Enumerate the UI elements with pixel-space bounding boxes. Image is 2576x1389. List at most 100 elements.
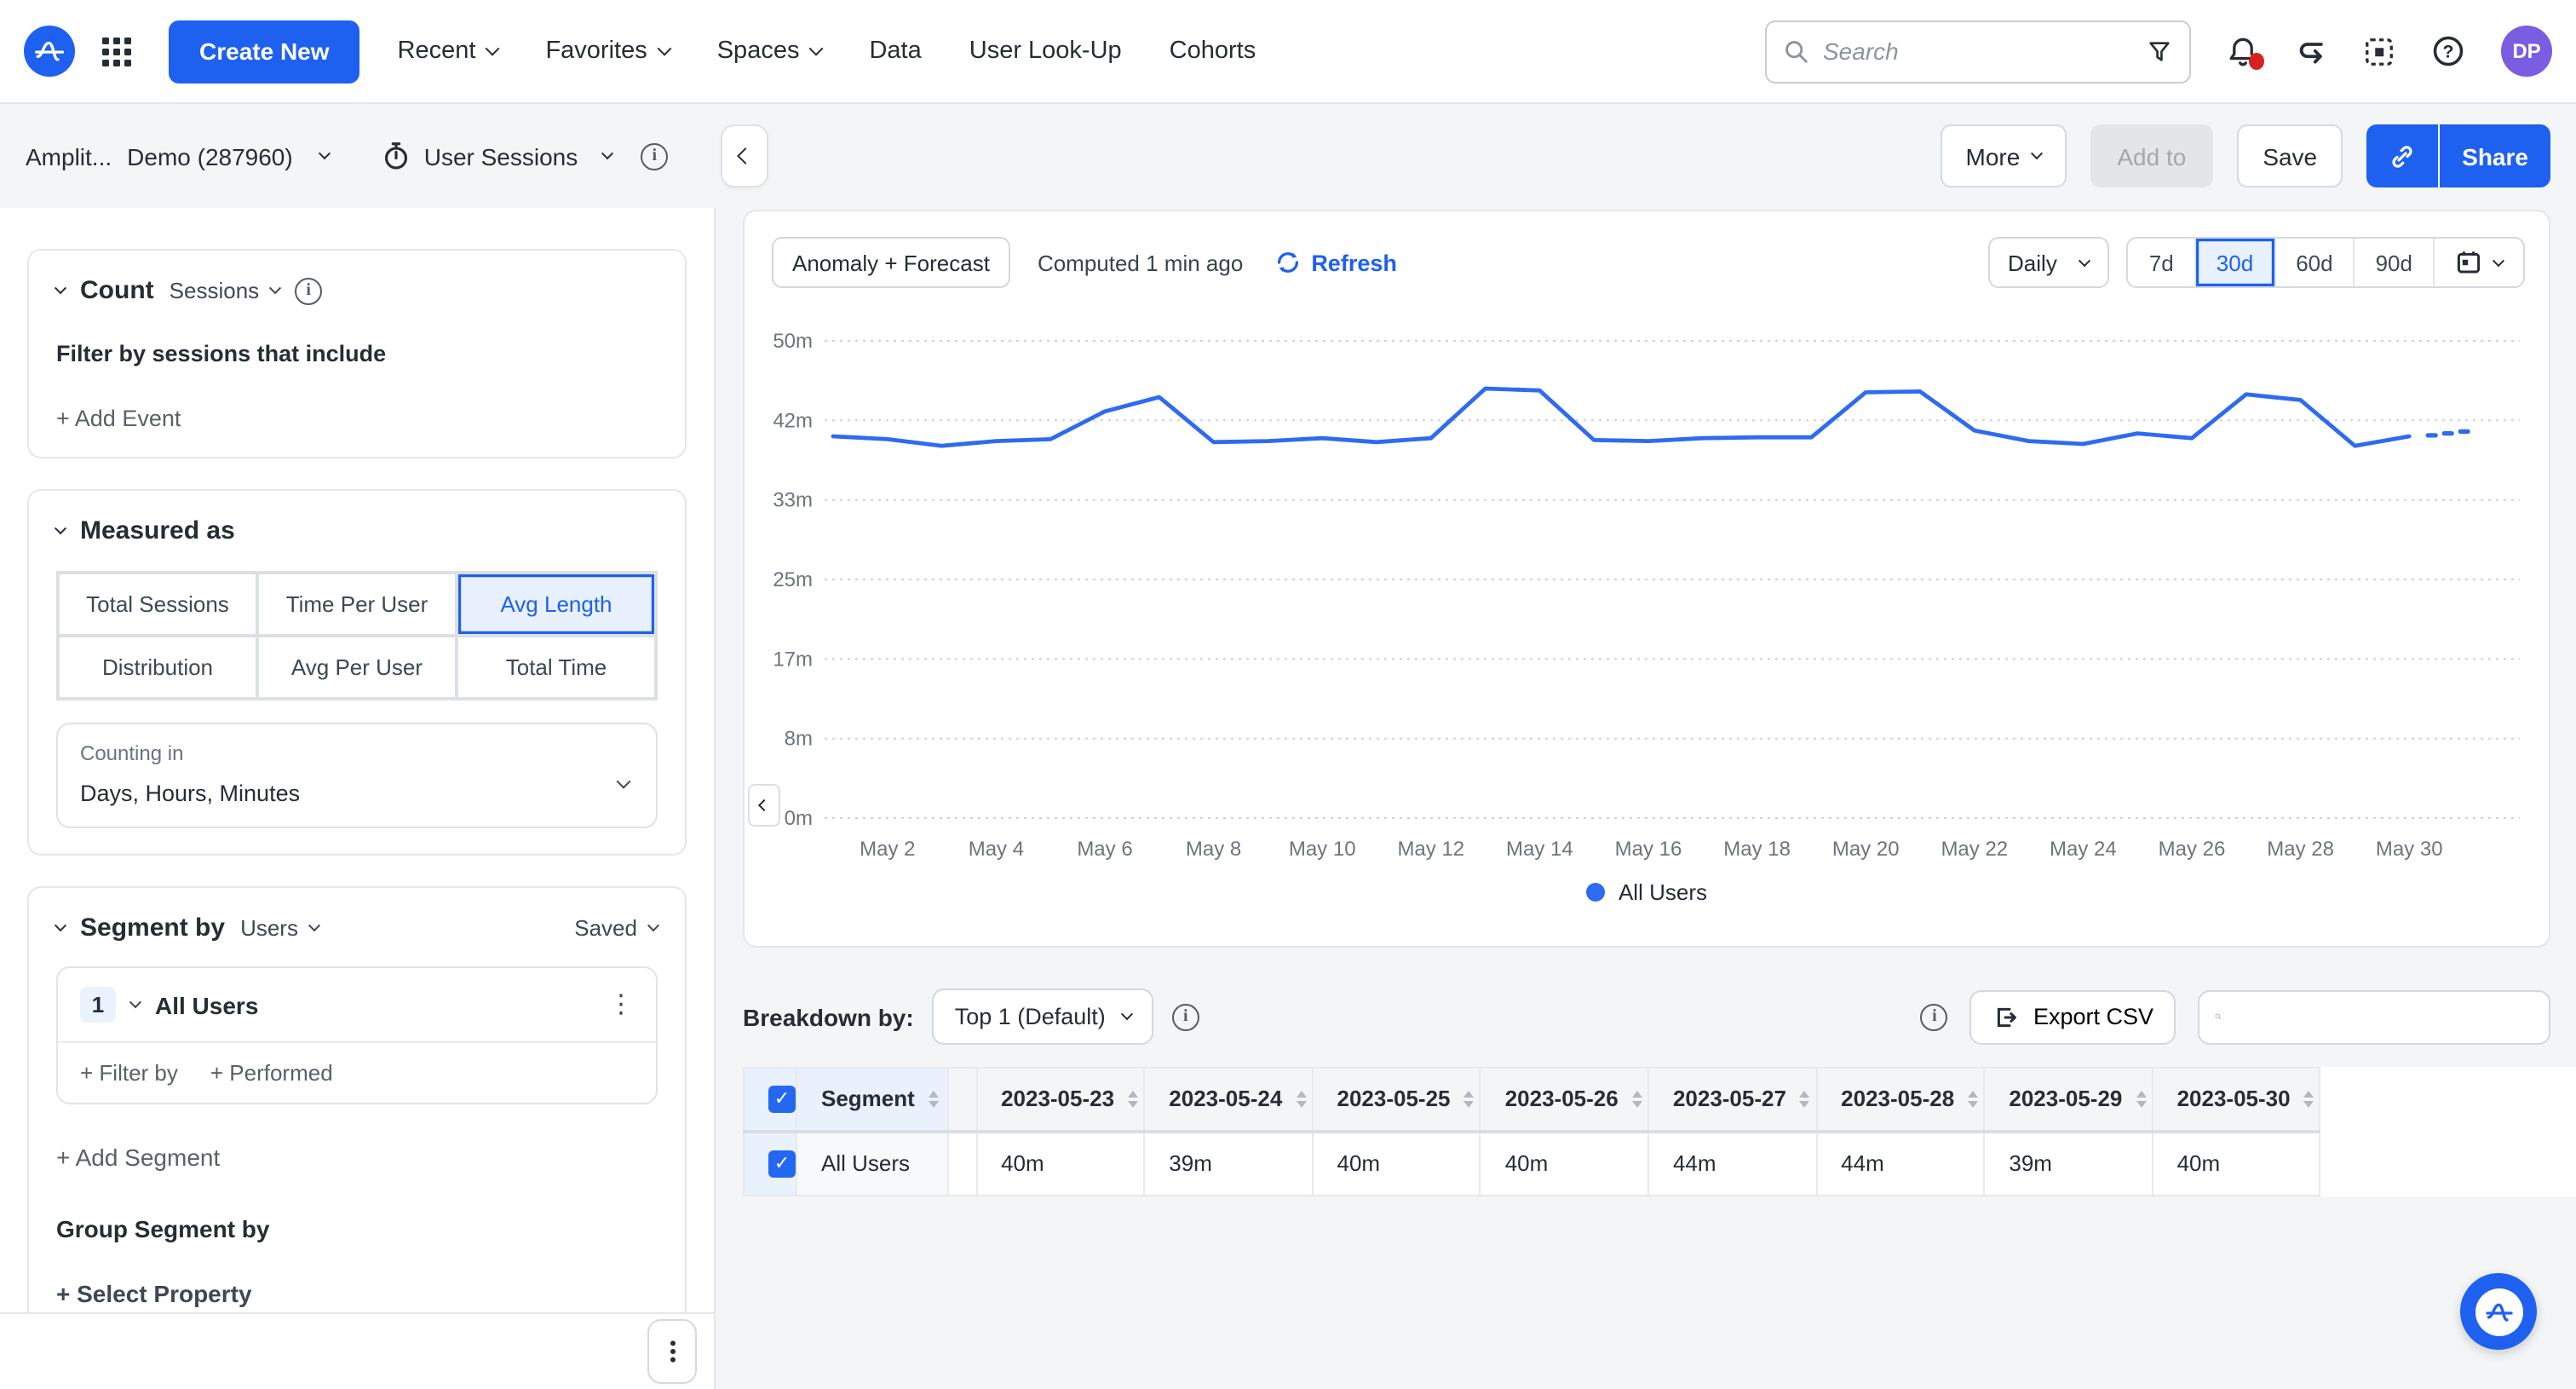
table-search[interactable]: [2198, 989, 2550, 1044]
project-switcher[interactable]: Amplit... Demo (287960): [26, 142, 329, 170]
row-checkbox[interactable]: ✓: [768, 1086, 796, 1114]
count-info-icon[interactable]: i: [295, 277, 322, 304]
add-to-button[interactable]: Add to: [2090, 124, 2213, 187]
sidebar-more-menu-button[interactable]: [647, 1319, 697, 1384]
line-chart[interactable]: 50m42m33m25m17m8m0mMay 2May 4May 6May 8M…: [745, 300, 2552, 873]
column-header-2023-05-23[interactable]: 2023-05-23: [976, 1068, 1144, 1131]
segment-name-cell[interactable]: All Users: [796, 1131, 948, 1196]
breakdown-info-icon[interactable]: i: [1172, 1003, 1199, 1030]
chart-title-dropdown[interactable]: User Sessions: [382, 141, 612, 170]
connections-icon[interactable]: [2295, 35, 2327, 67]
column-header-2023-05-30[interactable]: 2023-05-30: [2153, 1068, 2320, 1131]
filter-funnel-icon: [2147, 38, 2172, 64]
nav-recent[interactable]: Recent: [398, 37, 498, 65]
collapse-section-icon[interactable]: [56, 924, 65, 932]
column-header-2023-05-25[interactable]: 2023-05-25: [1313, 1068, 1481, 1131]
add-segment-button[interactable]: + Add Segment: [56, 1144, 658, 1171]
search-input[interactable]: [1823, 37, 2133, 65]
segment-name[interactable]: All Users: [155, 991, 258, 1018]
row-select-cell[interactable]: ✓: [744, 1131, 796, 1196]
add-event-button[interactable]: + Add Event: [56, 406, 658, 431]
value-cell-2023-05-29: 39m: [1984, 1131, 2152, 1196]
segment-menu-icon[interactable]: ⋮: [608, 992, 634, 1017]
custom-date-range-button[interactable]: [2433, 239, 2523, 286]
chevron-down-icon: [657, 42, 671, 56]
nav-cohorts[interactable]: Cohorts: [1170, 37, 1256, 65]
range-7d[interactable]: 7d: [2129, 239, 2194, 286]
count-card: Count Sessions i Filter by sessions that…: [27, 249, 687, 458]
legend-label-all-users[interactable]: All Users: [1619, 879, 1707, 905]
chevron-down-icon[interactable]: [129, 996, 141, 1008]
granularity-select[interactable]: Daily: [1987, 237, 2110, 288]
event-type-dropdown[interactable]: Sessions: [170, 278, 280, 303]
nav-spaces[interactable]: Spaces: [717, 37, 822, 65]
nav-data[interactable]: Data: [869, 37, 921, 65]
chart-info-icon[interactable]: i: [641, 142, 668, 170]
column-header-color: [948, 1068, 976, 1131]
column-header-2023-05-28[interactable]: 2023-05-28: [1816, 1068, 1984, 1131]
column-header-2023-05-24[interactable]: 2023-05-24: [1144, 1068, 1312, 1131]
column-header-2023-05-27[interactable]: 2023-05-27: [1648, 1068, 1816, 1131]
measure-total-time[interactable]: Total Time: [457, 636, 656, 699]
row-checkbox[interactable]: ✓: [768, 1151, 796, 1179]
filter-by-button[interactable]: + Filter by: [80, 1060, 178, 1086]
sort-icon: [1128, 1091, 1138, 1108]
table-info-icon[interactable]: i: [1921, 1003, 1948, 1030]
sidebar-scroll-area[interactable]: Count Sessions i Filter by sessions that…: [0, 208, 714, 1312]
chart-legend: All Users: [745, 879, 2549, 905]
share-button[interactable]: Share: [2440, 124, 2550, 187]
export-csv-button[interactable]: Export CSV: [1970, 989, 2176, 1044]
column-header-segment[interactable]: Segment: [796, 1068, 948, 1131]
more-button[interactable]: More: [1941, 124, 2067, 187]
range-60d[interactable]: 60d: [2274, 239, 2353, 286]
notifications-bell-icon[interactable]: [2227, 35, 2259, 67]
measure-distribution[interactable]: Distribution: [58, 636, 257, 699]
breakdown-table-wrap[interactable]: ✓Segment2023-05-232023-05-242023-05-2520…: [743, 1067, 2576, 1196]
link-icon: [2389, 142, 2416, 170]
column-header-2023-05-29[interactable]: 2023-05-29: [1984, 1068, 2152, 1131]
refresh-button[interactable]: Refresh: [1274, 249, 1397, 276]
performed-button[interactable]: + Performed: [210, 1060, 333, 1086]
collapse-section-icon[interactable]: [56, 527, 65, 535]
anomaly-forecast-button[interactable]: Anomaly + Forecast: [772, 237, 1010, 288]
copy-link-button[interactable]: [2366, 124, 2438, 187]
dashed-square-icon[interactable]: [2363, 35, 2395, 67]
chart-title: User Sessions: [424, 142, 578, 170]
table-search-input[interactable]: [2234, 1004, 2533, 1029]
svg-text:May 4: May 4: [969, 838, 1024, 861]
range-30d[interactable]: 30d: [2194, 239, 2274, 286]
breakdown-top-select[interactable]: Top 1 (Default): [933, 988, 1153, 1045]
range-90d[interactable]: 90d: [2354, 239, 2433, 286]
save-button[interactable]: Save: [2237, 124, 2343, 187]
segment-entity-dropdown[interactable]: Users: [240, 915, 319, 941]
measure-avg-length[interactable]: Avg Length: [457, 573, 656, 636]
user-avatar[interactable]: DP: [2501, 26, 2552, 77]
help-icon[interactable]: ?: [2431, 34, 2465, 68]
measured-as-card: Measured as Total Sessions Time Per User…: [27, 489, 687, 856]
measure-time-per-user[interactable]: Time Per User: [257, 573, 457, 636]
collapse-section-icon[interactable]: [56, 286, 65, 295]
select-all-cell[interactable]: ✓: [744, 1068, 796, 1131]
global-search[interactable]: [1765, 20, 2191, 83]
amplitude-assistant-fab[interactable]: [2460, 1273, 2537, 1350]
nav-favorites[interactable]: Favorites: [545, 37, 669, 65]
saved-segments-dropdown[interactable]: Saved: [574, 915, 658, 941]
segment-number-badge[interactable]: 1: [80, 987, 116, 1023]
column-header-2023-05-26[interactable]: 2023-05-26: [1481, 1068, 1648, 1131]
counting-in-select[interactable]: Counting in Days, Hours, Minutes: [56, 723, 658, 828]
nav-user-look-up[interactable]: User Look-Up: [969, 37, 1122, 65]
kebab-menu-icon: [658, 1338, 686, 1365]
sidebar-collapse-button[interactable]: [721, 124, 768, 187]
select-property-button[interactable]: + Select Property: [56, 1280, 658, 1307]
chart-left-panel-button[interactable]: [748, 784, 780, 827]
apps-grid-icon[interactable]: [102, 37, 131, 66]
notification-badge: [2249, 52, 2264, 69]
value-cell-2023-05-30: 40m: [2153, 1131, 2320, 1196]
svg-text:May 22: May 22: [1941, 838, 2008, 861]
date-range-group: 7d 30d 60d 90d: [2127, 237, 2525, 288]
measure-total-sessions[interactable]: Total Sessions: [58, 573, 257, 636]
measure-avg-per-user[interactable]: Avg Per User: [257, 636, 457, 699]
svg-text:May 14: May 14: [1506, 838, 1573, 861]
amplitude-logo-icon[interactable]: [24, 26, 75, 77]
create-new-button[interactable]: Create New: [169, 20, 360, 83]
